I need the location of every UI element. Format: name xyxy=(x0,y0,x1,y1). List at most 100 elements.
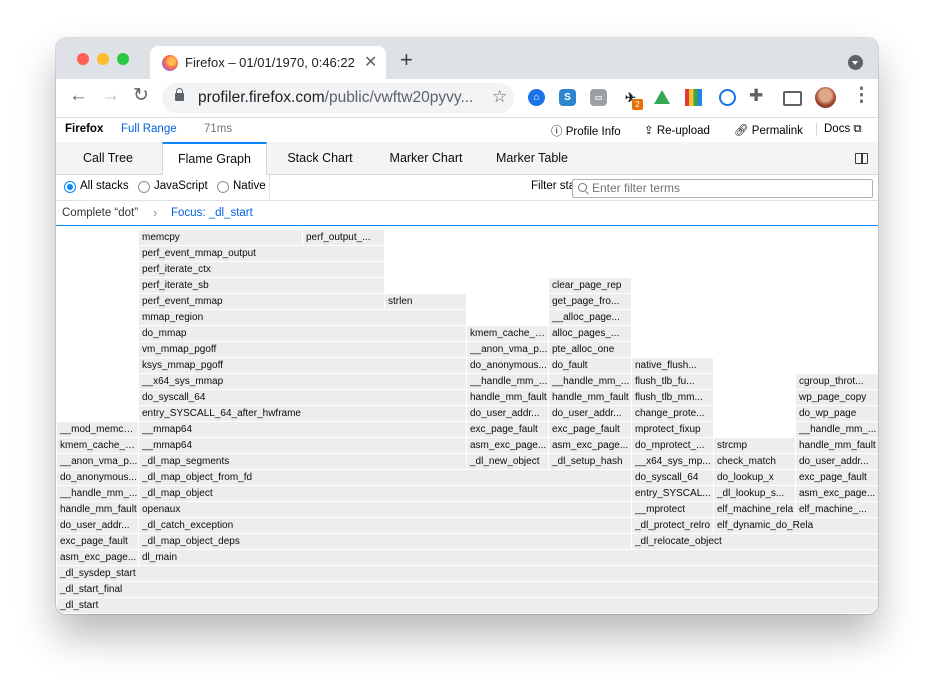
flame-frame[interactable]: handle_mm_fault xyxy=(467,390,548,405)
flame-frame[interactable]: do_mprotect_... xyxy=(632,438,713,453)
flame-frame[interactable]: do_syscall_64 xyxy=(632,470,713,485)
flame-frame[interactable]: __mprotect xyxy=(632,502,713,517)
flame-frame[interactable]: asm_exc_page... xyxy=(796,486,878,501)
flame-frame[interactable]: __alloc_page... xyxy=(549,310,631,325)
flame-frame[interactable]: __anon_vma_p... xyxy=(57,454,138,469)
flame-frame[interactable]: _dl_sysdep_start xyxy=(57,566,878,581)
flame-frame[interactable]: _dl_map_object xyxy=(139,486,631,501)
flame-frame[interactable]: perf_iterate_sb xyxy=(139,278,384,293)
flame-frame[interactable]: pte_alloc_one xyxy=(549,342,631,357)
flame-frame[interactable]: do_fault xyxy=(549,358,631,373)
browser-menu-icon[interactable]: ⋮ xyxy=(852,86,871,106)
tab-marker-table[interactable]: Marker Table xyxy=(480,142,584,174)
browser-tab[interactable]: Firefox – 01/01/1970, 0:46:22 U ✕ xyxy=(150,46,386,79)
password-manager-icon[interactable] xyxy=(719,89,736,106)
flame-frame[interactable]: handle_mm_fault xyxy=(57,502,138,517)
flame-frame[interactable]: do_anonymous... xyxy=(57,470,138,485)
flame-frame[interactable]: mprotect_fixup xyxy=(632,422,713,437)
avatar[interactable] xyxy=(815,87,836,108)
tab-flame-graph[interactable]: Flame Graph xyxy=(162,142,267,175)
tab-search-icon[interactable] xyxy=(848,55,863,70)
flame-frame[interactable]: memcpy xyxy=(139,230,302,245)
flame-frame[interactable]: _dl_protect_relro xyxy=(632,518,713,533)
flame-frame[interactable]: openaux xyxy=(139,502,631,517)
flame-frame[interactable]: exc_page_fault xyxy=(57,534,138,549)
flame-frame[interactable]: _dl_catch_exception xyxy=(139,518,631,533)
flame-frame[interactable]: __mod_memcg_... xyxy=(57,422,138,437)
flame-frame[interactable]: _dl_start xyxy=(57,598,878,613)
flame-frame[interactable]: exc_page_fault xyxy=(796,470,878,485)
flame-frame[interactable]: do_anonymous... xyxy=(467,358,548,373)
reupload-button[interactable]: ⇪ Re-upload xyxy=(644,123,710,137)
flame-frame[interactable]: __anon_vma_p... xyxy=(467,342,548,357)
address-bar[interactable]: profiler.firefox.com/public/vwftw20pyvy.… xyxy=(162,83,514,113)
flame-frame[interactable]: __handle_mm_... xyxy=(796,422,878,437)
tab-call-tree[interactable]: Call Tree xyxy=(56,142,160,174)
flame-frame[interactable]: do_lookup_x xyxy=(714,470,795,485)
flame-frame[interactable]: _dl_start_final xyxy=(57,582,878,597)
flame-frame[interactable]: __handle_mm_... xyxy=(57,486,138,501)
flame-frame[interactable]: perf_event_mmap_output xyxy=(139,246,384,261)
google-drive-icon[interactable] xyxy=(654,90,670,104)
flame-frame[interactable]: asm_exc_page... xyxy=(57,550,138,565)
minimize-window-button[interactable] xyxy=(97,53,109,65)
flame-frame[interactable]: entry_SYSCAL... xyxy=(632,486,713,501)
flame-frame[interactable]: exc_page_fault xyxy=(467,422,548,437)
reload-button[interactable]: ↻ xyxy=(133,86,149,106)
extension-bars-icon[interactable] xyxy=(685,89,702,106)
flame-frame[interactable]: check_match xyxy=(714,454,795,469)
flame-frame[interactable]: flush_tlb_mm... xyxy=(632,390,713,405)
flame-frame[interactable]: __handle_mm_... xyxy=(549,374,631,389)
flame-frame[interactable]: entry_SYSCALL_64_after_hwframe xyxy=(139,406,466,421)
extension-s-icon[interactable]: S xyxy=(559,89,576,106)
flame-frame[interactable]: native_flush... xyxy=(632,358,713,373)
flame-frame[interactable]: perf_output_... xyxy=(303,230,384,245)
flame-frame[interactable]: asm_exc_page... xyxy=(467,438,548,453)
breadcrumb-focus[interactable]: Focus: _dl_start xyxy=(171,207,253,219)
flame-frame[interactable]: exc_page_fault xyxy=(549,422,631,437)
cast-icon[interactable] xyxy=(783,91,802,106)
radio-native[interactable] xyxy=(217,181,229,193)
bookmark-star-icon[interactable]: ☆ xyxy=(492,87,507,107)
flame-frame[interactable]: clear_page_rep xyxy=(549,278,631,293)
flame-frame[interactable]: _dl_new_object xyxy=(467,454,548,469)
flame-frame[interactable]: _dl_lookup_s... xyxy=(714,486,795,501)
sidebar-toggle-icon[interactable] xyxy=(855,153,868,164)
flame-frame[interactable]: do_mmap xyxy=(139,326,466,341)
flame-frame[interactable]: handle_mm_fault xyxy=(549,390,631,405)
flame-frame[interactable]: wp_page_copy xyxy=(796,390,878,405)
docs-link[interactable]: Docs ⧉ xyxy=(816,123,862,136)
flame-frame[interactable]: do_user_addr... xyxy=(796,454,878,469)
flame-frame[interactable]: flush_tlb_fu... xyxy=(632,374,713,389)
flame-frame[interactable]: asm_exc_page... xyxy=(549,438,631,453)
profile-info-button[interactable]: ⓘ Profile Info xyxy=(551,123,621,139)
flame-frame[interactable]: do_syscall_64 xyxy=(139,390,466,405)
breadcrumb-complete[interactable]: Complete “dot” xyxy=(62,207,138,219)
radio-javascript[interactable] xyxy=(138,181,150,193)
new-tab-button[interactable]: + xyxy=(400,49,413,71)
flame-frame[interactable]: do_user_addr... xyxy=(467,406,548,421)
flame-frame[interactable]: _dl_map_object_deps xyxy=(139,534,631,549)
filter-stacks-input[interactable]: Enter filter terms xyxy=(572,179,873,198)
close-tab-icon[interactable]: ✕ xyxy=(364,52,377,72)
flame-frame[interactable]: cgroup_throt... xyxy=(796,374,878,389)
back-button[interactable]: ← xyxy=(69,86,88,106)
close-window-button[interactable] xyxy=(77,53,89,65)
radio-all-stacks[interactable] xyxy=(64,181,76,193)
flame-frame[interactable]: _dl_relocate_object xyxy=(632,534,878,549)
extension-gamepad-icon[interactable]: ▭ xyxy=(590,89,607,106)
extensions-puzzle-icon[interactable]: ✚ xyxy=(749,86,763,106)
flame-frame[interactable]: __x64_sys_mmap xyxy=(139,374,466,389)
flame-frame[interactable]: __handle_mm_... xyxy=(467,374,548,389)
flame-frame[interactable]: __x64_sys_mp... xyxy=(632,454,713,469)
forward-button[interactable]: → xyxy=(101,86,120,106)
extension-translate-icon[interactable]: ⌂ xyxy=(528,89,545,106)
flame-frame[interactable]: strlen xyxy=(385,294,466,309)
flame-frame[interactable]: vm_mmap_pgoff xyxy=(139,342,466,357)
flame-frame[interactable]: _dl_map_segments xyxy=(139,454,466,469)
flame-frame[interactable]: _dl_setup_hash xyxy=(549,454,631,469)
flame-frame[interactable]: handle_mm_fault xyxy=(796,438,878,453)
flame-frame[interactable]: kmem_cache_a... xyxy=(57,438,138,453)
flame-frame[interactable]: do_user_addr... xyxy=(549,406,631,421)
tab-stack-chart[interactable]: Stack Chart xyxy=(268,142,372,174)
